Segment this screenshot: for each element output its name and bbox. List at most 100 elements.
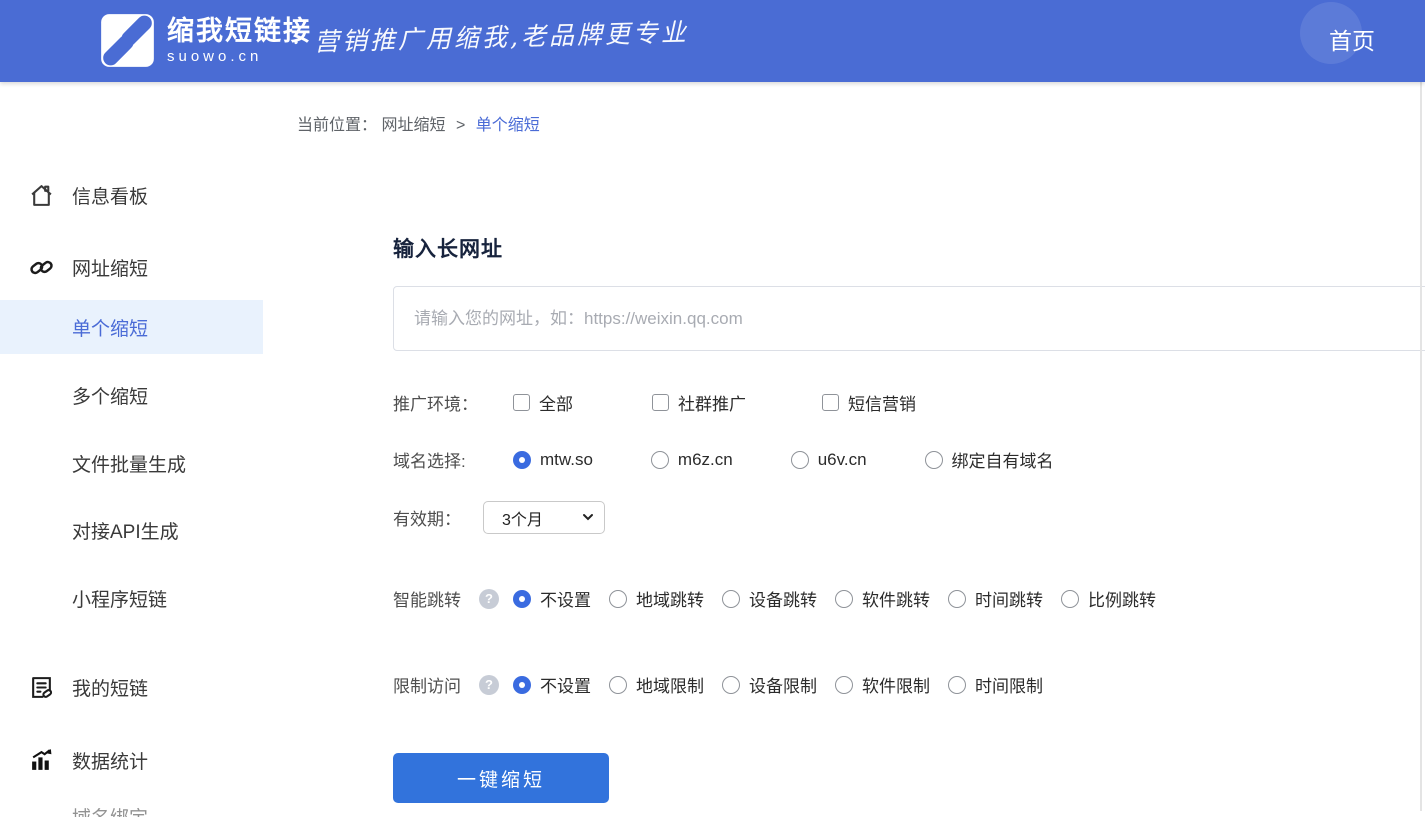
domain-select-label: 域名选择: — [393, 447, 513, 472]
sidebar-item-statistics[interactable]: 数据统计 — [0, 740, 263, 780]
checkbox-unchecked-icon[interactable] — [513, 394, 530, 411]
radio-unchecked-icon[interactable] — [609, 676, 627, 694]
promo-environment-row: 推广环境： 全部 社群推广 短信营销 — [393, 390, 916, 415]
domain-option-u6vcn[interactable]: u6v.cn — [791, 450, 867, 470]
smart-jump-option-software[interactable]: 软件跳转 — [835, 586, 930, 611]
domain-option-label: m6z.cn — [678, 450, 733, 470]
suowo-s-logo-icon — [100, 13, 155, 68]
sidebar-subitem-label: 单个缩短 — [72, 314, 148, 341]
domain-option-label: u6v.cn — [818, 450, 867, 470]
sidebar-subitem-label: 小程序短链 — [72, 585, 167, 612]
domain-option-custom[interactable]: 绑定自有域名 — [925, 447, 1054, 472]
smart-jump-option-label: 设备跳转 — [749, 586, 817, 611]
shorten-submit-button[interactable]: 一键缩短 — [393, 753, 609, 803]
domain-option-m6zcn[interactable]: m6z.cn — [651, 450, 733, 470]
radio-unchecked-icon[interactable] — [925, 451, 943, 469]
domain-option-label: mtw.so — [540, 450, 593, 470]
app-header: 缩我短链接 suowo.cn · 营销推广用缩我,老品牌更专业 首页 — [0, 0, 1425, 82]
sidebar-subitem-label: 文件批量生成 — [72, 450, 186, 477]
long-url-input[interactable] — [393, 286, 1425, 351]
restrict-access-row: 限制访问 ? 不设置 地域限制 设备限制 软件限制 时间限制 — [393, 672, 1043, 697]
smart-jump-option-time[interactable]: 时间跳转 — [948, 586, 1043, 611]
radio-unchecked-icon[interactable] — [835, 590, 853, 608]
restrict-option-device[interactable]: 设备限制 — [722, 672, 817, 697]
sidebar-subitem-multi-shorten[interactable]: 多个缩短 — [0, 375, 263, 415]
logo[interactable]: 缩我短链接 suowo.cn — [100, 13, 312, 68]
domain-option-label: 绑定自有域名 — [952, 447, 1054, 472]
radio-unchecked-icon[interactable] — [1061, 590, 1079, 608]
validity-row: 有效期： 3个月 — [393, 501, 605, 534]
restrict-option-label: 软件限制 — [862, 672, 930, 697]
radio-checked-icon[interactable] — [513, 451, 531, 469]
sidebar-item-label: 数据统计 — [72, 747, 148, 774]
smart-jump-option-label: 时间跳转 — [975, 586, 1043, 611]
domain-option-mtwso[interactable]: mtw.so — [513, 450, 593, 470]
restrict-option-software[interactable]: 软件限制 — [835, 672, 930, 697]
home-icon — [28, 182, 54, 208]
radio-unchecked-icon[interactable] — [609, 590, 627, 608]
smart-jump-option-label: 比例跳转 — [1088, 586, 1156, 611]
sidebar-item-my-links[interactable]: 我的短链 — [0, 667, 263, 707]
checkbox-unchecked-icon[interactable] — [652, 394, 669, 411]
radio-unchecked-icon[interactable] — [722, 590, 740, 608]
restrict-option-time[interactable]: 时间限制 — [948, 672, 1043, 697]
sidebar-subitem-label: 多个缩短 — [72, 382, 148, 409]
radio-unchecked-icon[interactable] — [948, 676, 966, 694]
sidebar-item-label: 网址缩短 — [72, 254, 148, 281]
link-icon — [28, 254, 54, 280]
promo-option-community[interactable]: 社群推广 — [652, 390, 746, 415]
smart-jump-option-ratio[interactable]: 比例跳转 — [1061, 586, 1156, 611]
smart-jump-option-label: 不设置 — [540, 586, 591, 611]
restrict-option-label: 地域限制 — [636, 672, 704, 697]
sidebar-item-label: 域名绑定 — [72, 803, 148, 817]
help-question-icon[interactable]: ? — [479, 675, 499, 695]
breadcrumb-prefix: 当前位置： — [297, 117, 377, 134]
sidebar-subitem-file-batch[interactable]: 文件批量生成 — [0, 443, 263, 483]
logo-title: 缩我短链接 — [167, 16, 312, 46]
smart-jump-row: 智能跳转 ? 不设置 地域跳转 设备跳转 软件跳转 时间跳转 比例跳转 — [393, 586, 1156, 611]
smart-jump-option-none[interactable]: 不设置 — [513, 586, 591, 611]
radio-checked-icon[interactable] — [513, 590, 531, 608]
nav-home-link[interactable]: 首页 — [1329, 22, 1375, 56]
checkbox-unchecked-icon[interactable] — [822, 394, 839, 411]
smart-jump-option-region[interactable]: 地域跳转 — [609, 586, 704, 611]
restrict-option-label: 设备限制 — [749, 672, 817, 697]
radio-unchecked-icon[interactable] — [948, 590, 966, 608]
restrict-option-region[interactable]: 地域限制 — [609, 672, 704, 697]
chevron-down-icon — [582, 511, 594, 523]
logo-text: 缩我短链接 suowo.cn — [167, 16, 312, 66]
radio-unchecked-icon[interactable] — [835, 676, 853, 694]
sidebar-subitem-miniprogram-link[interactable]: 小程序短链 — [0, 578, 263, 618]
sidebar-item-dashboard[interactable]: 信息看板 — [0, 175, 263, 215]
domain-select-row: 域名选择: mtw.so m6z.cn u6v.cn 绑定自有域名 — [393, 447, 1054, 472]
radio-unchecked-icon[interactable] — [791, 451, 809, 469]
validity-label: 有效期： — [393, 505, 483, 530]
bar-chart-icon — [28, 747, 54, 773]
radio-checked-icon[interactable] — [513, 676, 531, 694]
help-question-icon[interactable]: ? — [479, 589, 499, 609]
restrict-option-none[interactable]: 不设置 — [513, 672, 591, 697]
scrollbar-track[interactable] — [1420, 82, 1422, 811]
document-edit-icon — [28, 674, 54, 700]
breadcrumb-section[interactable]: 网址缩短 — [381, 117, 445, 134]
radio-unchecked-icon[interactable] — [722, 676, 740, 694]
validity-select[interactable]: 3个月 — [483, 501, 605, 534]
smart-jump-option-device[interactable]: 设备跳转 — [722, 586, 817, 611]
smart-jump-label: 智能跳转 — [393, 586, 461, 611]
smart-jump-option-label: 地域跳转 — [636, 586, 704, 611]
sidebar-item-url-shorten[interactable]: 网址缩短 — [0, 247, 263, 287]
sidebar-item-domain-bind-cutoff[interactable]: 域名绑定 — [0, 803, 263, 817]
breadcrumb-current[interactable]: 单个缩短 — [476, 117, 540, 134]
sidebar-subitem-single-shorten[interactable]: 单个缩短 — [0, 300, 263, 354]
promo-option-sms[interactable]: 短信营销 — [822, 390, 916, 415]
breadcrumb: 当前位置： 网址缩短 > 单个缩短 — [297, 111, 540, 135]
page-title: 输入长网址 — [393, 233, 503, 263]
validity-selected-value: 3个月 — [502, 506, 543, 530]
breadcrumb-separator: > — [456, 117, 465, 134]
promo-option-label: 社群推广 — [678, 390, 746, 415]
sidebar-subitem-api-generate[interactable]: 对接API生成 — [0, 510, 263, 550]
restrict-option-label: 时间限制 — [975, 672, 1043, 697]
radio-unchecked-icon[interactable] — [651, 451, 669, 469]
promo-option-all[interactable]: 全部 — [513, 390, 573, 415]
restrict-access-label: 限制访问 — [393, 672, 461, 697]
